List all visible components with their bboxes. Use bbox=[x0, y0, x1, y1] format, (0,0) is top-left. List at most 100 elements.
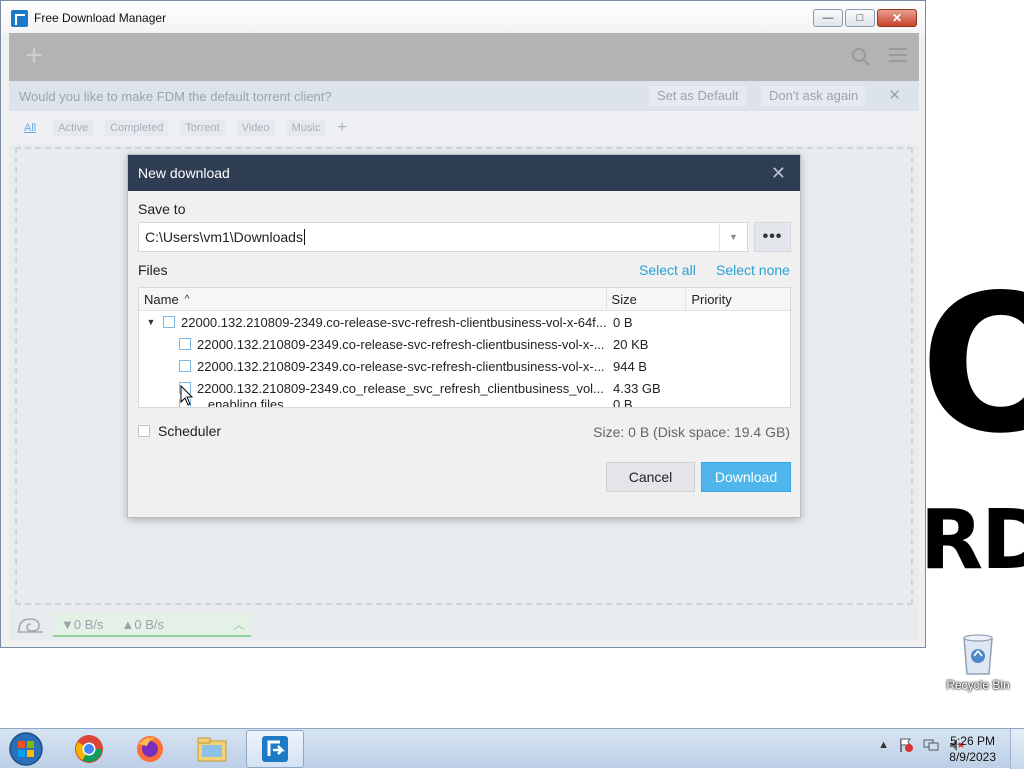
speed-indicator[interactable]: ▼0 B/s ▲0 B/s ︿ bbox=[53, 613, 251, 637]
column-priority-label: Priority bbox=[691, 291, 732, 307]
file-size: 0 B bbox=[613, 314, 633, 330]
tab-music[interactable]: Music bbox=[286, 120, 326, 136]
column-name[interactable]: Name ^ bbox=[139, 288, 607, 310]
minimize-button[interactable]: — bbox=[813, 9, 843, 27]
upload-speed: ▲0 B/s bbox=[121, 616, 165, 632]
taskbar-explorer[interactable] bbox=[183, 730, 241, 768]
file-size: 0 B bbox=[613, 399, 633, 408]
taskbar-firefox[interactable] bbox=[121, 730, 179, 768]
column-priority[interactable]: Priority bbox=[686, 288, 790, 310]
tab-video[interactable]: Video bbox=[236, 120, 275, 136]
set-as-default-button[interactable]: Set as Default bbox=[649, 86, 747, 106]
banner-text: Would you like to make FDM the default t… bbox=[19, 88, 332, 104]
cancel-button[interactable]: Cancel bbox=[606, 462, 695, 492]
mouse-cursor-icon bbox=[180, 385, 194, 406]
wallpaper-text: RD bbox=[920, 493, 1024, 588]
table-row[interactable]: ▼ 22000.132.210809-2349.co-release-svc-r… bbox=[139, 311, 790, 333]
window-titlebar[interactable]: Free Download Manager — □ ✕ bbox=[1, 1, 925, 35]
system-clock[interactable]: 5:26 PM 8/9/2023 bbox=[949, 733, 996, 765]
column-size[interactable]: Size bbox=[607, 288, 687, 310]
status-bar: ▼0 B/s ▲0 B/s ︿ bbox=[9, 609, 919, 641]
filter-tabs: All Active Completed Torrent Video Music… bbox=[9, 111, 919, 145]
scheduler-option[interactable]: Scheduler bbox=[138, 423, 221, 439]
close-window-button[interactable]: ✕ bbox=[877, 9, 917, 27]
row-checkbox[interactable] bbox=[179, 360, 191, 372]
scheduler-checkbox[interactable] bbox=[138, 425, 150, 437]
save-to-label: Save to bbox=[138, 201, 186, 217]
clock-time: 5:26 PM bbox=[950, 734, 995, 748]
snail-mode-icon[interactable] bbox=[15, 613, 45, 637]
file-size: 944 B bbox=[613, 358, 647, 374]
taskbar-chrome[interactable] bbox=[60, 730, 118, 768]
browse-folder-button[interactable]: ••• bbox=[754, 222, 791, 252]
file-size: 20 KB bbox=[613, 336, 649, 352]
maximize-button[interactable]: □ bbox=[845, 9, 875, 27]
download-speed: ▼0 B/s bbox=[61, 616, 104, 632]
recycle-bin-icon bbox=[963, 634, 993, 675]
table-row[interactable]: 22000.132.210809-2349.co_release_svc_ref… bbox=[139, 377, 790, 399]
maximize-icon: □ bbox=[856, 12, 864, 24]
wallpaper-letter: O bbox=[920, 254, 1024, 475]
file-name: 22000.132.210809-2349.co-release-svc-ref… bbox=[181, 314, 607, 330]
file-name: ...enabling.files bbox=[197, 399, 284, 408]
window-title: Free Download Manager bbox=[34, 11, 167, 25]
save-path-value: C:\Users\vm1\Downloads bbox=[145, 229, 303, 245]
tab-torrent[interactable]: Torrent bbox=[180, 120, 225, 136]
main-toolbar: + bbox=[9, 33, 919, 81]
column-name-label: Name bbox=[144, 291, 179, 307]
row-checkbox[interactable] bbox=[163, 316, 175, 328]
save-path-input[interactable]: C:\Users\vm1\Downloads ▼ bbox=[138, 222, 748, 252]
table-row[interactable]: 22000.132.210809-2349.co-release-svc-ref… bbox=[139, 355, 790, 377]
firefox-icon bbox=[137, 736, 163, 762]
add-download-button[interactable]: + bbox=[19, 41, 49, 71]
size-info: Size: 0 B (Disk space: 19.4 GB) bbox=[593, 424, 790, 440]
taskbar-fdm[interactable] bbox=[246, 730, 304, 768]
add-filter-icon[interactable]: + bbox=[337, 119, 346, 137]
file-size: 4.33 GB bbox=[613, 380, 661, 396]
tab-all[interactable]: All bbox=[19, 120, 41, 136]
scheduler-label: Scheduler bbox=[158, 423, 222, 439]
dialog-close-icon[interactable]: ✕ bbox=[771, 163, 786, 184]
fdm-icon bbox=[262, 736, 288, 762]
files-table: Name ^ Size Priority ▼ 22000.132.210809-… bbox=[138, 287, 791, 408]
network-icon[interactable] bbox=[923, 737, 939, 753]
fdm-app-icon bbox=[11, 9, 28, 27]
dialog-title: New download bbox=[138, 165, 230, 181]
chrome-icon bbox=[75, 735, 103, 763]
sort-asc-icon: ^ bbox=[184, 293, 190, 305]
expand-arrow-icon[interactable]: ▼ bbox=[145, 317, 157, 327]
search-icon[interactable] bbox=[851, 47, 871, 67]
dont-ask-again-button[interactable]: Don't ask again bbox=[761, 86, 867, 106]
column-size-label: Size bbox=[611, 291, 637, 307]
file-name: 22000.132.210809-2349.co-release-svc-ref… bbox=[197, 358, 605, 374]
start-button[interactable] bbox=[6, 731, 46, 767]
download-button[interactable]: Download bbox=[701, 462, 791, 492]
file-name: 22000.132.210809-2349.co-release-svc-ref… bbox=[197, 336, 605, 352]
minimize-icon: — bbox=[822, 12, 834, 24]
text-caret bbox=[303, 229, 305, 245]
dialog-header[interactable]: New download ✕ bbox=[128, 155, 800, 191]
show-hidden-icons-icon[interactable]: ▲ bbox=[878, 739, 889, 751]
file-name: 22000.132.210809-2349.co_release_svc_ref… bbox=[197, 380, 604, 396]
menu-icon[interactable] bbox=[889, 48, 907, 64]
taskbar: ▲ 5:26 PM 8/9/2023 bbox=[0, 728, 1024, 769]
table-row[interactable]: 22000.132.210809-2349.co-release-svc-ref… bbox=[139, 333, 790, 355]
action-center-flag-icon[interactable] bbox=[898, 737, 914, 753]
tab-completed[interactable]: Completed bbox=[105, 120, 169, 136]
chevron-up-icon[interactable]: ︿ bbox=[233, 616, 245, 633]
files-table-header: Name ^ Size Priority bbox=[139, 288, 790, 311]
explorer-icon bbox=[197, 737, 227, 762]
recycle-bin-label: Recycle Bin bbox=[946, 678, 1010, 692]
default-client-banner: Would you like to make FDM the default t… bbox=[9, 81, 919, 111]
row-checkbox[interactable] bbox=[179, 338, 191, 350]
table-row[interactable]: ...enabling.files 0 B bbox=[139, 399, 790, 408]
tab-active[interactable]: Active bbox=[53, 120, 94, 136]
new-download-dialog: New download ✕ Save to C:\Users\vm1\Down… bbox=[127, 154, 801, 518]
chevron-down-icon[interactable]: ▼ bbox=[719, 223, 747, 251]
recycle-bin[interactable]: Recycle Bin bbox=[940, 630, 1016, 692]
select-none-link[interactable]: Select none bbox=[716, 262, 790, 278]
select-all-link[interactable]: Select all bbox=[639, 262, 696, 278]
clock-date: 8/9/2023 bbox=[949, 750, 996, 764]
banner-close-icon[interactable]: ✕ bbox=[888, 86, 901, 104]
show-desktop-button[interactable] bbox=[1010, 729, 1024, 769]
